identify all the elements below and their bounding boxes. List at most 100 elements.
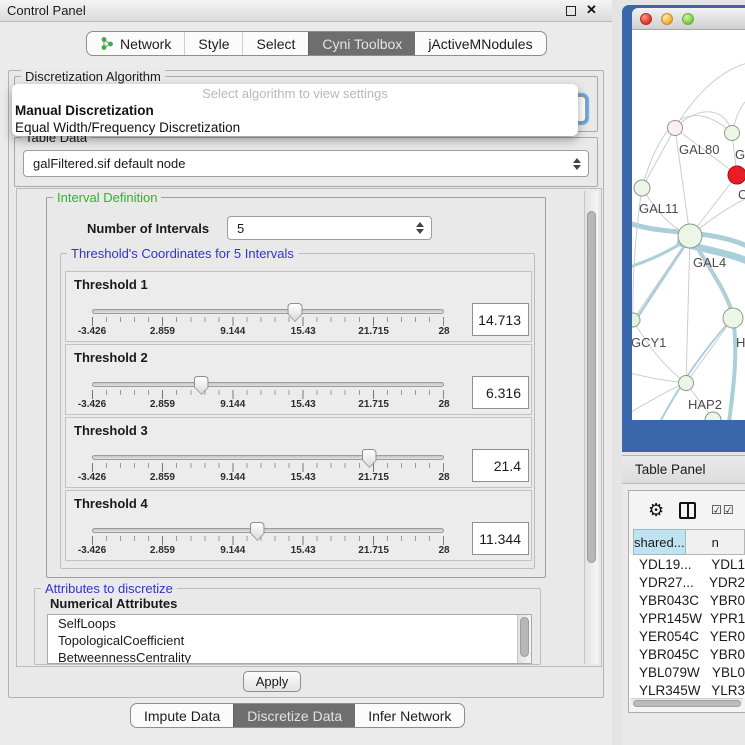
tab-select[interactable]: Select [242, 32, 308, 55]
close-icon[interactable]: ✕ [586, 2, 597, 18]
table-row[interactable]: YDL19...YDL1 [629, 555, 745, 573]
node-table-rows[interactable]: YDL19...YDL1YDR27...YDR2YBR043CYBR0YPR14… [629, 555, 745, 698]
threshold-4-value[interactable]: 11.344 [472, 522, 529, 555]
node-selected-red[interactable] [728, 166, 745, 184]
table-cell[interactable]: YDL1 [703, 557, 745, 572]
table-cell[interactable]: YBL079W [629, 665, 704, 680]
list-scrollbar[interactable] [517, 615, 531, 663]
list-item[interactable]: BetweennessCentrality [48, 649, 531, 664]
node[interactable] [705, 412, 721, 420]
table-cell[interactable]: YBR043C [629, 593, 702, 608]
scrollbar-thumb[interactable] [633, 700, 741, 707]
tick-label: -3.426 [78, 545, 106, 556]
tab-impute-data[interactable]: Impute Data [131, 704, 233, 727]
threshold-4-panel: Threshold 4 -3.426 2.859 9.144 15.43 21.… [65, 490, 532, 561]
list-item[interactable]: TopologicalCoefficient [48, 632, 531, 649]
tab-cyni-toolbox[interactable]: Cyni Toolbox [308, 32, 415, 55]
dropdown-option-equal-width[interactable]: Equal Width/Frequency Discretization [12, 119, 578, 136]
threshold-2-panel: Threshold 2 -3.426 2.859 9.144 15.43 21.… [65, 344, 532, 415]
table-cell[interactable]: YBR0 [702, 647, 745, 662]
interval-definition-group: Interval Definition Number of Intervals … [46, 197, 546, 578]
tab-discretize-data[interactable]: Discretize Data [233, 704, 355, 727]
tick-label: 2.859 [150, 545, 175, 556]
table-row[interactable]: YER054CYER0 [629, 627, 745, 645]
tick-label: 28 [438, 399, 449, 410]
network-window-titlebar [632, 8, 745, 30]
scrollbar-thumb[interactable] [587, 211, 596, 563]
table-cell[interactable]: YBR0 [702, 593, 745, 608]
vertical-scrollbar[interactable] [584, 191, 598, 664]
table-cell[interactable]: YER054C [629, 629, 702, 644]
tick-label: 28 [438, 545, 449, 556]
window-title: Control Panel [7, 3, 86, 18]
network-graph: GAL80 GA GAL11 GAL4 GCY1 H HAP2 C [632, 30, 745, 420]
table-cell[interactable]: YPR145W [629, 611, 702, 626]
tab-network[interactable]: Network [87, 32, 184, 55]
table-row[interactable]: YBR045CYBR0 [629, 645, 745, 663]
table-cell[interactable]: YDR27... [629, 575, 701, 590]
threshold-2-slider[interactable] [92, 382, 444, 387]
tick-label: 15.43 [291, 545, 316, 556]
tick-label: 15.43 [291, 399, 316, 410]
table-row[interactable]: YBL079WYBL0 [629, 663, 745, 681]
tick-label: 21.715 [358, 472, 389, 483]
threshold-3-slider[interactable] [92, 455, 444, 460]
minimize-traffic-light-icon[interactable] [661, 13, 673, 25]
select-checkboxes-icon[interactable]: ☑☑ [711, 503, 735, 517]
table-cell[interactable]: YER0 [702, 629, 745, 644]
zoom-traffic-light-icon[interactable] [682, 13, 694, 25]
numerical-attributes-label: Numerical Attributes [50, 596, 177, 611]
dropdown-option-manual[interactable]: Manual Discretization [12, 102, 578, 119]
tab-jactivemnodules[interactable]: jActiveMNodules [415, 32, 545, 55]
slider-ticks [92, 390, 444, 399]
tab-infer-network[interactable]: Infer Network [355, 704, 464, 727]
threshold-1-value[interactable]: 14.713 [472, 303, 529, 336]
threshold-1-slider[interactable] [92, 309, 444, 314]
threshold-3-value[interactable]: 21.4 [472, 449, 529, 482]
tick-label: 9.144 [220, 326, 245, 337]
table-row[interactable]: YBR043CYBR0 [629, 591, 745, 609]
horizontal-scrollbar[interactable] [631, 698, 743, 708]
table-data-combobox[interactable]: galFiltered.sif default node [23, 150, 589, 177]
tick-label: 21.715 [358, 545, 389, 556]
column-header-name[interactable]: n [686, 529, 745, 555]
node-hap2[interactable] [679, 376, 694, 391]
table-header-row: shared... n [633, 529, 745, 555]
table-cell[interactable]: YDL19... [629, 557, 703, 572]
threshold-2-value[interactable]: 6.316 [472, 376, 529, 409]
node-gal80[interactable] [668, 121, 683, 136]
table-cell[interactable]: YDR2 [701, 575, 745, 590]
numerical-attributes-list[interactable]: SelfLoops TopologicalCoefficient Between… [47, 614, 532, 664]
attributes-group-title: Attributes to discretize [41, 581, 177, 596]
tick-label: 9.144 [220, 545, 245, 556]
number-of-intervals-combobox[interactable]: 5 [227, 216, 432, 240]
list-item[interactable]: SelfLoops [48, 615, 531, 632]
table-row[interactable]: YPR145WYPR1 [629, 609, 745, 627]
network-view-window: GAL80 GA GAL11 GAL4 GCY1 H HAP2 C [622, 5, 745, 452]
float-window-icon[interactable] [566, 6, 576, 16]
table-cell[interactable]: YLR345W [629, 683, 703, 698]
network-canvas[interactable]: GAL80 GA GAL11 GAL4 GCY1 H HAP2 C [632, 30, 745, 420]
scrollbar-thumb[interactable] [520, 617, 529, 657]
tick-label: 21.715 [358, 399, 389, 410]
column-header-shared[interactable]: shared... [633, 529, 686, 555]
threshold-4-label: Threshold 4 [74, 496, 148, 511]
table-cell[interactable]: YLR3 [703, 683, 745, 698]
node-gal4[interactable] [678, 224, 702, 248]
threshold-4-slider[interactable] [92, 528, 444, 533]
columns-icon[interactable] [679, 502, 696, 519]
table-cell[interactable]: YPR1 [702, 611, 745, 626]
node[interactable] [723, 308, 743, 328]
apply-button[interactable]: Apply [243, 671, 301, 692]
threshold-3-panel: Threshold 3 -3.426 2.859 9.144 15.43 21.… [65, 417, 532, 488]
gear-icon[interactable]: ⚙ [648, 501, 664, 519]
table-row[interactable]: YDR27...YDR2 [629, 573, 745, 591]
table-cell[interactable]: YBR045C [629, 647, 702, 662]
node-gal11[interactable] [634, 180, 650, 196]
table-row[interactable]: YLR345WYLR3 [629, 681, 745, 698]
tab-style[interactable]: Style [184, 32, 242, 55]
node[interactable] [725, 126, 740, 141]
close-traffic-light-icon[interactable] [640, 13, 652, 25]
tick-label: -3.426 [78, 326, 106, 337]
table-cell[interactable]: YBL0 [704, 665, 745, 680]
